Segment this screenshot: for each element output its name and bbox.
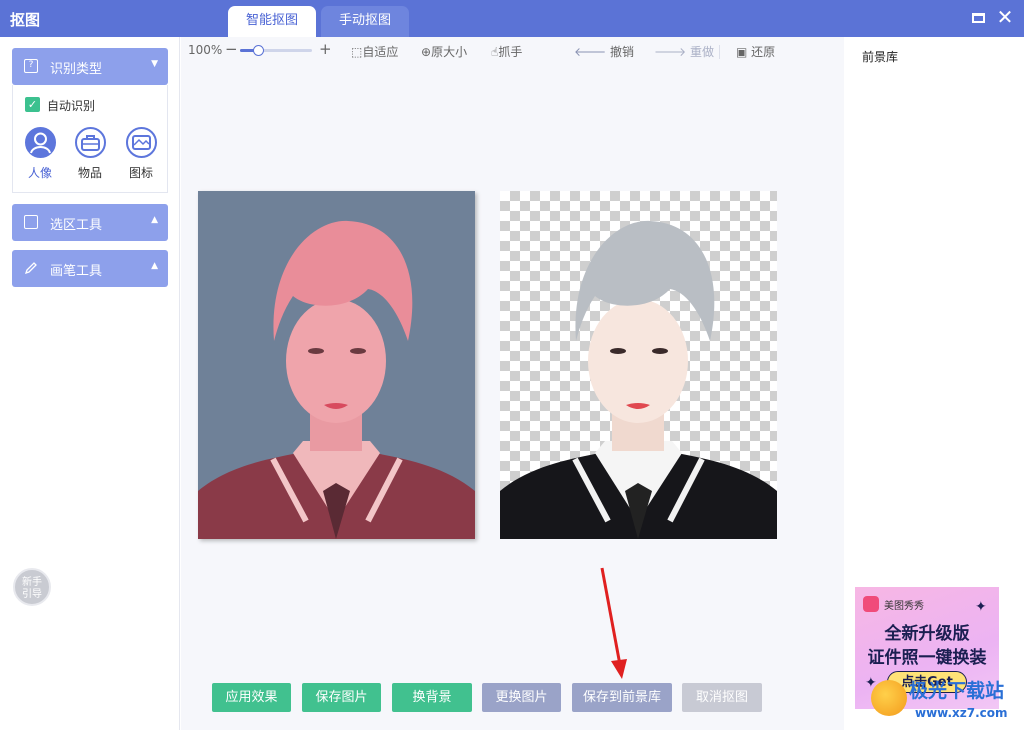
- maximize-button[interactable]: [969, 8, 989, 28]
- person-icon: [24, 127, 56, 158]
- selection-icon: [24, 215, 38, 229]
- apply-effect-button[interactable]: 应用效果: [212, 683, 291, 712]
- undo-arrow-icon: 🡐: [574, 45, 607, 59]
- type-label-object: 物品: [77, 166, 102, 180]
- left-panel: ? 识别类型 ▼ ✓ 自动识别 人像 物品 图标 选区工具 ▲ 画笔工具 ▲ 新…: [0, 37, 180, 730]
- toolbar-divider: [719, 45, 720, 59]
- chevron-down-icon: ▼: [151, 59, 158, 69]
- ad-brand: 美图秀秀: [884, 601, 924, 612]
- watermark-url: www.xz7.com: [915, 706, 1008, 720]
- image-icon: [125, 127, 157, 158]
- type-label-icon: 图标: [128, 166, 153, 180]
- canvas-toolbar: 100% − + ⬚自适应 ⊕原大小 ☝抓手 🡐 撤销 🡒 重做 ▣ 还原: [181, 37, 844, 65]
- title-bar: 抠图 智能抠图 手动抠图 ✕: [0, 0, 1024, 37]
- fit-icon: ⬚: [351, 45, 363, 59]
- foreground-library-panel: 前景库 美图秀秀 全新升级版 证件照一键换装 点击Get ✦ ✦: [844, 37, 1024, 730]
- guide-line2: 引导: [22, 589, 42, 600]
- watermark-name: 极光下载站: [909, 680, 1005, 702]
- tab-smart-cutout[interactable]: 智能抠图: [228, 6, 316, 37]
- type-option-object[interactable]: 物品: [70, 127, 110, 181]
- type-option-icon[interactable]: 图标: [121, 127, 161, 181]
- annotation-arrow: [600, 567, 627, 679]
- bag-icon: [74, 127, 106, 158]
- auto-detect-checkbox[interactable]: ✓: [25, 97, 40, 112]
- auto-detect-label: 自动识别: [47, 99, 96, 113]
- brush-tool-header[interactable]: 画笔工具 ▲: [12, 250, 168, 287]
- brush-tool-label: 画笔工具: [50, 264, 103, 279]
- replace-image-button[interactable]: 更换图片: [482, 683, 561, 712]
- redo-arrow-icon: 🡒: [654, 45, 687, 59]
- recognize-type-header[interactable]: ? 识别类型 ▼: [12, 48, 168, 85]
- close-icon: ✕: [996, 5, 1014, 29]
- save-image-button[interactable]: 保存图片: [302, 683, 381, 712]
- foreground-library-title: 前景库: [862, 50, 899, 64]
- chevron-up-icon: ▲: [151, 261, 158, 271]
- sparkle-icon: ✦: [975, 599, 987, 615]
- chevron-up-icon: ▲: [151, 215, 158, 225]
- recognize-type-label: 识别类型: [50, 62, 103, 77]
- original-photo: [198, 191, 475, 539]
- meitu-logo-icon: [863, 596, 879, 612]
- cancel-cutout-button[interactable]: 取消抠图: [682, 683, 762, 712]
- zoom-in-button[interactable]: +: [319, 40, 332, 58]
- hand-label: 抓手: [498, 45, 523, 59]
- type-label-portrait: 人像: [27, 166, 52, 180]
- pencil-icon: [24, 261, 38, 275]
- maximize-icon: [972, 13, 985, 23]
- zoom-slider-handle[interactable]: [253, 45, 264, 56]
- zoom-slider[interactable]: [240, 45, 312, 56]
- question-icon: ?: [24, 59, 38, 73]
- canvas-area: 100% − + ⬚自适应 ⊕原大小 ☝抓手 🡐 撤销 🡒 重做 ▣ 还原 应用…: [181, 37, 844, 730]
- save-to-library-button[interactable]: 保存到前景库: [572, 683, 672, 712]
- hand-tool-button[interactable]: ☝抓手: [491, 43, 522, 60]
- fit-button[interactable]: ⬚自适应: [351, 43, 398, 60]
- original-size-label: 原大小: [431, 45, 468, 59]
- beginner-guide-button[interactable]: 新手 引导: [13, 568, 51, 606]
- undo-button[interactable]: 🡐 撤销: [574, 43, 634, 60]
- change-background-button[interactable]: 换背景: [392, 683, 472, 712]
- select-tool-label: 选区工具: [50, 218, 103, 233]
- original-size-button[interactable]: ⊕原大小: [421, 43, 467, 60]
- cutout-result-photo: [500, 191, 777, 539]
- select-tool-header[interactable]: 选区工具 ▲: [12, 204, 168, 241]
- guide-line1: 新手: [22, 577, 42, 588]
- redo-button[interactable]: 🡒 重做: [654, 43, 714, 60]
- recognize-type-panel: ✓ 自动识别 人像 物品 图标: [12, 85, 168, 193]
- ad-subheadline: 证件照一键换装: [867, 648, 987, 668]
- watermark-logo-icon: [871, 680, 907, 716]
- zoom-level: 100%: [188, 43, 223, 57]
- close-button[interactable]: ✕: [995, 5, 1015, 29]
- app-title: 抠图: [10, 11, 41, 29]
- tab-manual-cutout[interactable]: 手动抠图: [321, 6, 409, 37]
- restore-label: 还原: [751, 45, 776, 59]
- restore-icon: ▣: [736, 45, 748, 59]
- type-option-portrait[interactable]: 人像: [20, 127, 60, 181]
- ad-headline: 全新升级版: [884, 624, 970, 644]
- redo-label: 重做: [690, 45, 715, 59]
- restore-button[interactable]: ▣ 还原: [736, 43, 775, 60]
- fit-label: 自适应: [362, 45, 399, 59]
- site-watermark: 极光下载站 www.xz7.com: [871, 670, 1021, 726]
- undo-label: 撤销: [610, 45, 635, 59]
- magnifier-icon: ⊕: [421, 45, 432, 59]
- zoom-out-button[interactable]: −: [225, 40, 238, 58]
